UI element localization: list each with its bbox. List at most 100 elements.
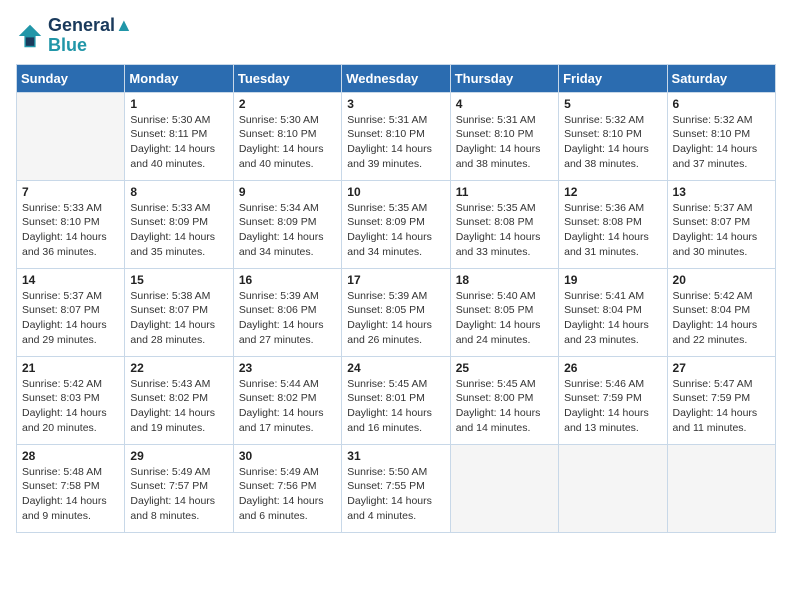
day-info: Sunrise: 5:36 AM Sunset: 8:08 PM Dayligh… <box>564 201 661 260</box>
daylight-label: Daylight: 14 hours and 36 minutes. <box>22 231 107 258</box>
day-number: 10 <box>347 185 444 199</box>
day-number: 25 <box>456 361 553 375</box>
day-number: 30 <box>239 449 336 463</box>
sunset-label: Sunset: 8:07 PM <box>673 216 751 228</box>
day-number: 3 <box>347 97 444 111</box>
day-info: Sunrise: 5:32 AM Sunset: 8:10 PM Dayligh… <box>564 113 661 172</box>
daylight-label: Daylight: 14 hours and 31 minutes. <box>564 231 649 258</box>
daylight-label: Daylight: 14 hours and 14 minutes. <box>456 407 541 434</box>
day-number: 5 <box>564 97 661 111</box>
column-header-wednesday: Wednesday <box>342 64 450 92</box>
sunrise-label: Sunrise: 5:30 AM <box>239 114 319 126</box>
daylight-label: Daylight: 14 hours and 17 minutes. <box>239 407 324 434</box>
sunset-label: Sunset: 8:09 PM <box>239 216 317 228</box>
sunset-label: Sunset: 8:07 PM <box>22 304 100 316</box>
sunset-label: Sunset: 8:10 PM <box>22 216 100 228</box>
daylight-label: Daylight: 14 hours and 8 minutes. <box>130 495 215 522</box>
day-info: Sunrise: 5:38 AM Sunset: 8:07 PM Dayligh… <box>130 289 227 348</box>
calendar-cell: 15 Sunrise: 5:38 AM Sunset: 8:07 PM Dayl… <box>125 268 233 356</box>
day-info: Sunrise: 5:42 AM Sunset: 8:03 PM Dayligh… <box>22 377 119 436</box>
day-number: 13 <box>673 185 770 199</box>
calendar-cell <box>667 444 775 532</box>
sunset-label: Sunset: 8:05 PM <box>347 304 425 316</box>
sunrise-label: Sunrise: 5:32 AM <box>564 114 644 126</box>
sunrise-label: Sunrise: 5:30 AM <box>130 114 210 126</box>
daylight-label: Daylight: 14 hours and 28 minutes. <box>130 319 215 346</box>
sunset-label: Sunset: 8:06 PM <box>239 304 317 316</box>
logo: General▲ Blue <box>16 16 133 56</box>
day-info: Sunrise: 5:34 AM Sunset: 8:09 PM Dayligh… <box>239 201 336 260</box>
day-number: 2 <box>239 97 336 111</box>
sunrise-label: Sunrise: 5:31 AM <box>347 114 427 126</box>
sunrise-label: Sunrise: 5:46 AM <box>564 378 644 390</box>
day-info: Sunrise: 5:39 AM Sunset: 8:05 PM Dayligh… <box>347 289 444 348</box>
daylight-label: Daylight: 14 hours and 11 minutes. <box>673 407 758 434</box>
calendar-cell <box>450 444 558 532</box>
logo-icon <box>16 22 44 50</box>
day-info: Sunrise: 5:37 AM Sunset: 8:07 PM Dayligh… <box>22 289 119 348</box>
day-info: Sunrise: 5:33 AM Sunset: 8:09 PM Dayligh… <box>130 201 227 260</box>
daylight-label: Daylight: 14 hours and 24 minutes. <box>456 319 541 346</box>
calendar-cell: 19 Sunrise: 5:41 AM Sunset: 8:04 PM Dayl… <box>559 268 667 356</box>
day-number: 27 <box>673 361 770 375</box>
day-info: Sunrise: 5:43 AM Sunset: 8:02 PM Dayligh… <box>130 377 227 436</box>
daylight-label: Daylight: 14 hours and 40 minutes. <box>239 143 324 170</box>
sunset-label: Sunset: 8:10 PM <box>347 128 425 140</box>
calendar-cell: 13 Sunrise: 5:37 AM Sunset: 8:07 PM Dayl… <box>667 180 775 268</box>
sunset-label: Sunset: 8:10 PM <box>564 128 642 140</box>
sunset-label: Sunset: 8:01 PM <box>347 392 425 404</box>
sunrise-label: Sunrise: 5:45 AM <box>456 378 536 390</box>
sunrise-label: Sunrise: 5:39 AM <box>347 290 427 302</box>
sunset-label: Sunset: 8:02 PM <box>239 392 317 404</box>
calendar-cell: 23 Sunrise: 5:44 AM Sunset: 8:02 PM Dayl… <box>233 356 341 444</box>
daylight-label: Daylight: 14 hours and 16 minutes. <box>347 407 432 434</box>
sunrise-label: Sunrise: 5:32 AM <box>673 114 753 126</box>
page-header: General▲ Blue <box>16 16 776 56</box>
calendar-cell: 17 Sunrise: 5:39 AM Sunset: 8:05 PM Dayl… <box>342 268 450 356</box>
sunrise-label: Sunrise: 5:42 AM <box>673 290 753 302</box>
calendar-cell: 20 Sunrise: 5:42 AM Sunset: 8:04 PM Dayl… <box>667 268 775 356</box>
daylight-label: Daylight: 14 hours and 33 minutes. <box>456 231 541 258</box>
day-info: Sunrise: 5:37 AM Sunset: 8:07 PM Dayligh… <box>673 201 770 260</box>
day-number: 11 <box>456 185 553 199</box>
daylight-label: Daylight: 14 hours and 39 minutes. <box>347 143 432 170</box>
day-info: Sunrise: 5:35 AM Sunset: 8:08 PM Dayligh… <box>456 201 553 260</box>
column-header-monday: Monday <box>125 64 233 92</box>
sunrise-label: Sunrise: 5:40 AM <box>456 290 536 302</box>
calendar-cell: 18 Sunrise: 5:40 AM Sunset: 8:05 PM Dayl… <box>450 268 558 356</box>
calendar-cell: 27 Sunrise: 5:47 AM Sunset: 7:59 PM Dayl… <box>667 356 775 444</box>
day-number: 18 <box>456 273 553 287</box>
sunset-label: Sunset: 8:08 PM <box>564 216 642 228</box>
daylight-label: Daylight: 14 hours and 26 minutes. <box>347 319 432 346</box>
sunrise-label: Sunrise: 5:37 AM <box>22 290 102 302</box>
day-number: 1 <box>130 97 227 111</box>
sunrise-label: Sunrise: 5:50 AM <box>347 466 427 478</box>
calendar-cell: 12 Sunrise: 5:36 AM Sunset: 8:08 PM Dayl… <box>559 180 667 268</box>
sunrise-label: Sunrise: 5:49 AM <box>130 466 210 478</box>
day-info: Sunrise: 5:45 AM Sunset: 8:00 PM Dayligh… <box>456 377 553 436</box>
day-info: Sunrise: 5:35 AM Sunset: 8:09 PM Dayligh… <box>347 201 444 260</box>
sunrise-label: Sunrise: 5:47 AM <box>673 378 753 390</box>
sunset-label: Sunset: 8:07 PM <box>130 304 208 316</box>
daylight-label: Daylight: 14 hours and 4 minutes. <box>347 495 432 522</box>
sunset-label: Sunset: 8:04 PM <box>673 304 751 316</box>
sunset-label: Sunset: 8:05 PM <box>456 304 534 316</box>
day-number: 28 <box>22 449 119 463</box>
calendar-cell: 25 Sunrise: 5:45 AM Sunset: 8:00 PM Dayl… <box>450 356 558 444</box>
day-number: 14 <box>22 273 119 287</box>
calendar-cell: 6 Sunrise: 5:32 AM Sunset: 8:10 PM Dayli… <box>667 92 775 180</box>
day-number: 7 <box>22 185 119 199</box>
day-number: 16 <box>239 273 336 287</box>
day-info: Sunrise: 5:47 AM Sunset: 7:59 PM Dayligh… <box>673 377 770 436</box>
sunrise-label: Sunrise: 5:39 AM <box>239 290 319 302</box>
calendar-cell <box>559 444 667 532</box>
day-number: 6 <box>673 97 770 111</box>
calendar-cell: 8 Sunrise: 5:33 AM Sunset: 8:09 PM Dayli… <box>125 180 233 268</box>
sunset-label: Sunset: 8:04 PM <box>564 304 642 316</box>
day-number: 9 <box>239 185 336 199</box>
sunset-label: Sunset: 7:58 PM <box>22 480 100 492</box>
daylight-label: Daylight: 14 hours and 40 minutes. <box>130 143 215 170</box>
sunrise-label: Sunrise: 5:34 AM <box>239 202 319 214</box>
calendar-cell: 28 Sunrise: 5:48 AM Sunset: 7:58 PM Dayl… <box>17 444 125 532</box>
sunrise-label: Sunrise: 5:41 AM <box>564 290 644 302</box>
